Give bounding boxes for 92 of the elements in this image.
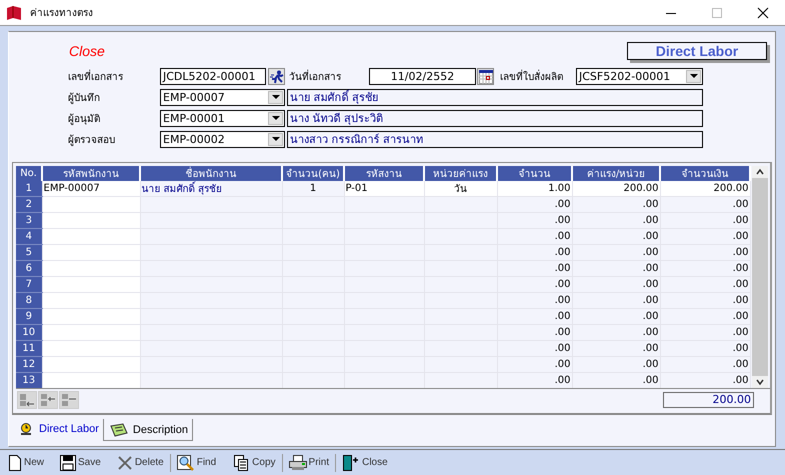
- table-cell: EMP-00007: [44, 183, 100, 194]
- row-number: 9: [26, 311, 32, 322]
- row-number: 11: [22, 343, 36, 354]
- table-cell: .00: [554, 311, 570, 322]
- table-cell: .00: [554, 343, 570, 354]
- table-cell: .00: [732, 311, 748, 322]
- employee-dropdown[interactable]: EMP-00002: [160, 131, 285, 148]
- table-cell: .00: [642, 359, 658, 370]
- employee-dropdown[interactable]: EMP-00001: [160, 110, 285, 127]
- table-cell: .00: [554, 375, 570, 386]
- table-cell: .00: [732, 375, 748, 386]
- field-label: ผู้อนุมัติ: [68, 112, 101, 126]
- table-cell: .00: [554, 263, 570, 274]
- total-field: 200.00: [663, 392, 754, 408]
- order-number-dropdown[interactable]: JCSF5202-00001: [576, 68, 703, 85]
- field-label: ผู้ตรวจสอบ: [68, 134, 116, 147]
- row-number: 7: [26, 279, 32, 290]
- row-number: 1: [26, 183, 32, 194]
- field-label: เลขที่ใบสั่งผลิต: [500, 69, 576, 84]
- table-cell: .00: [732, 343, 748, 354]
- column-header[interactable]: จำนวน(คน): [282, 166, 344, 181]
- new-button[interactable]: New: [8, 454, 44, 471]
- table-cell: .00: [642, 231, 658, 242]
- table-cell: .00: [642, 215, 658, 226]
- window-title: ค่าแรงทางตรง: [30, 7, 93, 20]
- row-number: 5: [26, 247, 32, 258]
- field-label: วันที่เอกสาร: [289, 69, 369, 84]
- table-cell: .00: [554, 295, 570, 306]
- table-cell: .00: [642, 199, 658, 210]
- delete-button[interactable]: Delete: [116, 454, 164, 471]
- table-cell: .00: [642, 263, 658, 274]
- table-cell: .00: [642, 375, 658, 386]
- table-cell: .00: [732, 215, 748, 226]
- table-cell: P-01: [346, 183, 368, 194]
- table-cell: .00: [732, 231, 748, 242]
- row-number: 12: [22, 359, 36, 370]
- table-cell: .00: [554, 231, 570, 242]
- employee-name-field: นาย สมศักดิ์ สุรชัย: [287, 89, 703, 106]
- table-cell: .00: [554, 327, 570, 338]
- table-cell: .00: [732, 263, 748, 274]
- employee-name-field: นาง นัทวดี สุประวิติ: [287, 110, 703, 127]
- table-cell: .00: [554, 359, 570, 370]
- table-cell: .00: [732, 359, 748, 370]
- row-number: 2: [26, 199, 32, 210]
- copy-button[interactable]: Copy: [232, 454, 276, 471]
- table-cell: .00: [732, 327, 748, 338]
- table-cell: .00: [642, 295, 658, 306]
- column-header[interactable]: ค่าแรง/หน่วย: [572, 166, 660, 181]
- save-button[interactable]: Save: [60, 454, 101, 471]
- field-label: ผู้บันทึก: [68, 92, 101, 105]
- status-text: Close: [69, 43, 105, 59]
- close-button[interactable]: Close: [342, 454, 388, 471]
- table-cell: 200.00: [624, 183, 658, 194]
- row-number: 3: [26, 215, 32, 226]
- tab[interactable]: Description: [102, 419, 193, 441]
- column-header[interactable]: รหัสงาน: [344, 166, 424, 181]
- form-title: Direct Labor: [627, 42, 767, 60]
- column-header[interactable]: No.: [16, 166, 42, 181]
- table-cell: .00: [732, 247, 748, 258]
- row-number: 10: [22, 327, 36, 338]
- column-header[interactable]: ชื่อพนักงาน: [140, 166, 282, 181]
- date-field[interactable]: 11/02/2552: [369, 68, 476, 85]
- table-cell: 1.00: [548, 183, 570, 194]
- table-cell: วัน: [454, 184, 467, 195]
- employee-dropdown[interactable]: EMP-00007: [160, 89, 285, 106]
- column-header[interactable]: รหัสพนักงาน: [42, 166, 140, 181]
- document-number-field[interactable]: JCDL5202-00001: [160, 68, 266, 85]
- table-cell: .00: [732, 279, 748, 290]
- table-cell: .00: [642, 311, 658, 322]
- column-header[interactable]: หน่วยค่าแรง: [424, 166, 497, 181]
- table-cell: .00: [642, 247, 658, 258]
- table-cell: .00: [554, 279, 570, 290]
- table-cell: .00: [554, 215, 570, 226]
- table-cell: 200.00: [714, 183, 748, 194]
- field-label: เลขที่เอกสาร: [68, 69, 160, 84]
- row-number: 8: [26, 295, 32, 306]
- table-cell: .00: [642, 327, 658, 338]
- column-header[interactable]: จำนวน: [497, 166, 572, 181]
- table-cell: .00: [554, 199, 570, 210]
- column-header[interactable]: จำนวนเงิน: [660, 166, 750, 181]
- row-number: 6: [26, 263, 32, 274]
- table-cell: .00: [732, 295, 748, 306]
- row-number: 13: [22, 375, 36, 386]
- employee-name-field: นางสาว กรรณิการ์ สารนาท: [287, 131, 703, 148]
- table-cell: .00: [554, 247, 570, 258]
- table-cell: 1: [310, 183, 316, 194]
- print-button[interactable]: Print: [288, 454, 330, 471]
- table-cell: .00: [642, 343, 658, 354]
- row-number: 4: [26, 231, 32, 242]
- find-button[interactable]: Find: [176, 454, 216, 471]
- table-cell: .00: [642, 279, 658, 290]
- table-cell: .00: [732, 199, 748, 210]
